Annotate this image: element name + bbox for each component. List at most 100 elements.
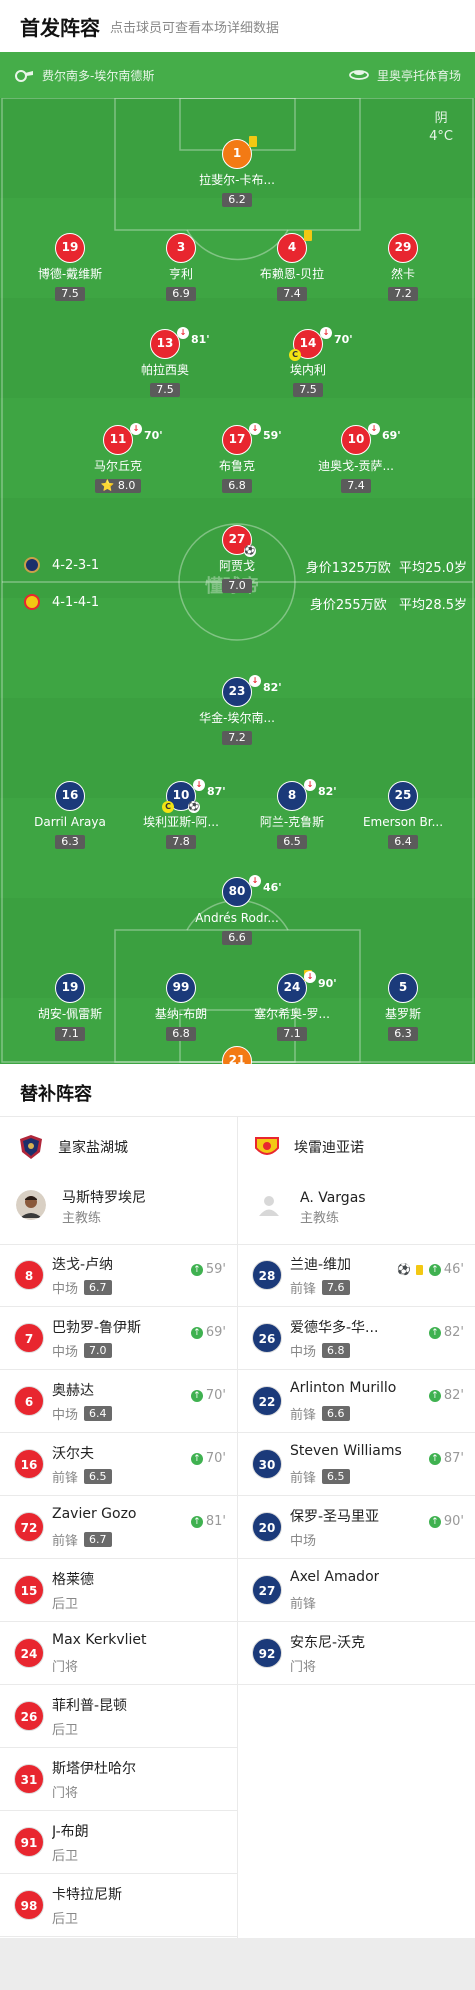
pitch-player[interactable]: 29 然卡 7.2 [348, 233, 458, 301]
player-rating-value: 6.2 [228, 193, 246, 206]
goal-ball-icon: ⚽ [244, 545, 256, 557]
substitute-row[interactable]: 31 斯塔伊杜哈尔 门将 [0, 1748, 236, 1810]
player-number: 8 [287, 788, 297, 802]
player-number: 19 [61, 240, 79, 254]
substitute-row[interactable]: 98 卡特拉尼斯 后卫 [0, 1874, 236, 1936]
pitch-player[interactable]: 25 Emerson Br... 6.4 [348, 781, 458, 849]
pitch-player[interactable]: 16 Darril Araya 6.3 [15, 781, 125, 849]
player-rating: 7.1 [55, 1027, 85, 1041]
away-value: 身价255万欧 [309, 598, 387, 613]
pitch-player[interactable]: 80 ↓ 46' Andrés Rodr... 6.6 [182, 875, 292, 945]
substitution-out-icon: ↓ [130, 423, 142, 435]
substitute-row[interactable]: 91 J-布朗 后卫 [0, 1811, 236, 1873]
pitch-player[interactable]: 14 ↓ 70' C 埃内利 7.5 [253, 327, 363, 397]
captain-badge: C [289, 349, 301, 361]
substitute-position-row: 前锋 7.6 [290, 1278, 350, 1297]
home-team-header[interactable]: 皇家盐湖城 [18, 1134, 128, 1160]
substitute-row[interactable]: 26 菲利普-昆顿 后卫 [0, 1685, 236, 1747]
substitute-row[interactable]: 20 保罗-圣马里亚 中场 ↑ 90' [238, 1496, 474, 1558]
home-coach-role: 主教练 [62, 1211, 102, 1226]
home-formation-text: 4-2-3-1 [52, 557, 100, 573]
pitch-player[interactable]: 8 ↓ 82' 阿兰-克鲁斯 6.5 [237, 779, 347, 849]
substitute-name: 菲利普-昆顿 [52, 1698, 128, 1714]
substitute-row[interactable]: 24 Max Kerkvliet 门将 [0, 1622, 236, 1684]
lineup-title: 首发阵容 [20, 15, 100, 40]
pitch-player[interactable]: 23 ↓ 82' 华金-埃尔南... 7.2 [182, 675, 292, 745]
substitute-row[interactable]: 8 迭戈-卢纳 中场 6.7 ↑ 59' [0, 1244, 236, 1306]
player-rating: 6.6 [222, 931, 252, 945]
substitute-row[interactable]: 26 爱德华多-华... 中场 6.8 ↑ 82' [238, 1307, 474, 1369]
substitute-position: 中场 [52, 1282, 79, 1297]
substitutes-section: 替补阵容 皇家盐湖城 埃雷迪亚诺 马斯特罗埃尼 主教练 A. Vargas 主教… [0, 1064, 475, 1938]
away-coach[interactable]: A. Vargas 主教练 [254, 1188, 366, 1230]
pitch-player[interactable]: 11 ↓ 70' 马尔丘克 ⭐ 8.0 [63, 423, 173, 493]
substitute-name: 爱德华多-华... [290, 1320, 379, 1336]
player-number: 10 [172, 788, 190, 802]
substitute-row[interactable]: 30 Steven Williams 前锋 6.5 ↑ 87' [238, 1433, 474, 1495]
substitute-position: 前锋 [52, 1471, 79, 1486]
substitute-position: 中场 [52, 1345, 79, 1360]
player-rating: 7.1 [277, 1027, 307, 1041]
pitch-player[interactable]: 21丹尼-卡瓦哈尔7.4 [182, 1046, 292, 1064]
goal-ball-icon: ⚽ [188, 801, 200, 813]
substitute-number: 7 [14, 1323, 44, 1353]
substitute-number: 98 [14, 1890, 44, 1920]
pitch-player[interactable]: 19 博德-戴维斯 7.5 [15, 233, 125, 301]
referee-info: 费尔南多-埃尔南德斯 [14, 65, 154, 85]
player-rating-value: 6.3 [61, 835, 79, 848]
substitute-position: 中场 [290, 1345, 317, 1360]
pitch-player[interactable]: 17 ↓ 59' 布鲁克 6.8 [182, 423, 292, 493]
substitute-position-row: 前锋 6.6 [290, 1404, 350, 1423]
player-name: 帕拉西奥 [140, 363, 189, 377]
goal-and-card-icons: ⚽ [397, 1263, 411, 1276]
away-team-header[interactable]: 埃雷迪亚诺 [254, 1134, 364, 1160]
player-number: 19 [61, 980, 79, 994]
substitute-name: Arlinton Murillo [290, 1380, 397, 1396]
substitution-in-info: ↑ 82' [428, 1388, 464, 1403]
substitute-number: 8 [14, 1260, 44, 1290]
player-name: 塞尔希奥-罗... [254, 1007, 330, 1021]
substitution-in-arrow-icon: ↑ [428, 1515, 441, 1528]
substitute-number: 15 [14, 1575, 44, 1605]
weather-temperature: 4°C [429, 129, 453, 144]
pitch-player[interactable]: 1 拉斐尔-卡布... 6.2 [182, 136, 292, 207]
substitute-row[interactable]: 22 Arlinton Murillo 前锋 6.6 ↑ 82' [238, 1370, 474, 1432]
pitch-player[interactable]: 3 亨利 6.9 [126, 233, 236, 301]
substitute-name: 格莱德 [52, 1572, 94, 1588]
player-number-badge: 3 [166, 233, 196, 263]
pitch-player[interactable]: 4 布赖恩-贝拉 7.4 [237, 230, 347, 301]
player-number-badge: 99 [166, 973, 196, 1003]
substitute-row[interactable]: 15 格莱德 后卫 [0, 1559, 236, 1621]
player-rating: 7.5 [293, 383, 323, 397]
away-value-info: 身价255万欧 平均28.5岁 [310, 594, 467, 613]
pitch-player[interactable]: 24 ↓ 90' 塞尔希奥-罗... 7.1 [237, 970, 347, 1041]
player-rating: ⭐ 8.0 [94, 479, 142, 493]
substitute-name: 兰迪-维加 [290, 1257, 352, 1273]
pitch-player[interactable]: 10 ↓ 69' 迪奥戈-贡萨... 7.4 [301, 423, 411, 493]
substitute-row[interactable]: 92 安东尼-沃克 门将 [238, 1622, 474, 1684]
pitch-player[interactable]: 5 基罗斯 6.3 [348, 973, 458, 1041]
substitution-out-icon: ↓ [304, 779, 316, 791]
substitute-row[interactable]: 28 兰迪-维加 前锋 7.6 ⚽ ↑ 46' [238, 1244, 474, 1306]
substitute-name: Zavier Gozo [52, 1506, 137, 1522]
pitch-player[interactable]: 10 ↓ 87' C ⚽ 埃利亚斯-阿... 7.8 [126, 779, 236, 849]
home-coach[interactable]: 马斯特罗埃尼 主教练 [16, 1188, 146, 1230]
player-number-badge: 21 [222, 1046, 252, 1064]
yellow-card-icon [304, 230, 312, 241]
substitute-row[interactable]: 27 Axel Amador 前锋 [238, 1559, 474, 1621]
substitute-row[interactable]: 16 沃尔夫 前锋 6.5 ↑ 70' [0, 1433, 236, 1495]
substitution-out-icon: ↓ [249, 675, 261, 687]
home-coach-avatar [16, 1190, 46, 1220]
substitute-rating: 6.8 [322, 1343, 350, 1358]
lineup-header: 首发阵容 点击球员可查看本场详细数据 [0, 0, 475, 52]
pitch-player[interactable]: 13 ↓ 81' 帕拉西奥 7.5 [110, 327, 220, 397]
pitch-player[interactable]: 27 ⚽ 阿贾戈 7.0 [182, 525, 292, 593]
substitute-row[interactable]: 72 Zavier Gozo 前锋 6.7 ↑ 81' [0, 1496, 236, 1558]
pitch-player[interactable]: 19 胡安-佩雷斯 7.1 [15, 973, 125, 1041]
away-coach-avatar-placeholder-icon [259, 1196, 279, 1216]
substitute-rating: 6.4 [84, 1406, 112, 1421]
pitch-player[interactable]: 99 基纳-布朗 6.8 [126, 973, 236, 1041]
substitute-row[interactable]: 6 奥赫达 中场 6.4 ↑ 70' [0, 1370, 236, 1432]
player-rating-value: 7.5 [299, 383, 317, 396]
substitute-row[interactable]: 7 巴勃罗-鲁伊斯 中场 7.0 ↑ 69' [0, 1307, 236, 1369]
